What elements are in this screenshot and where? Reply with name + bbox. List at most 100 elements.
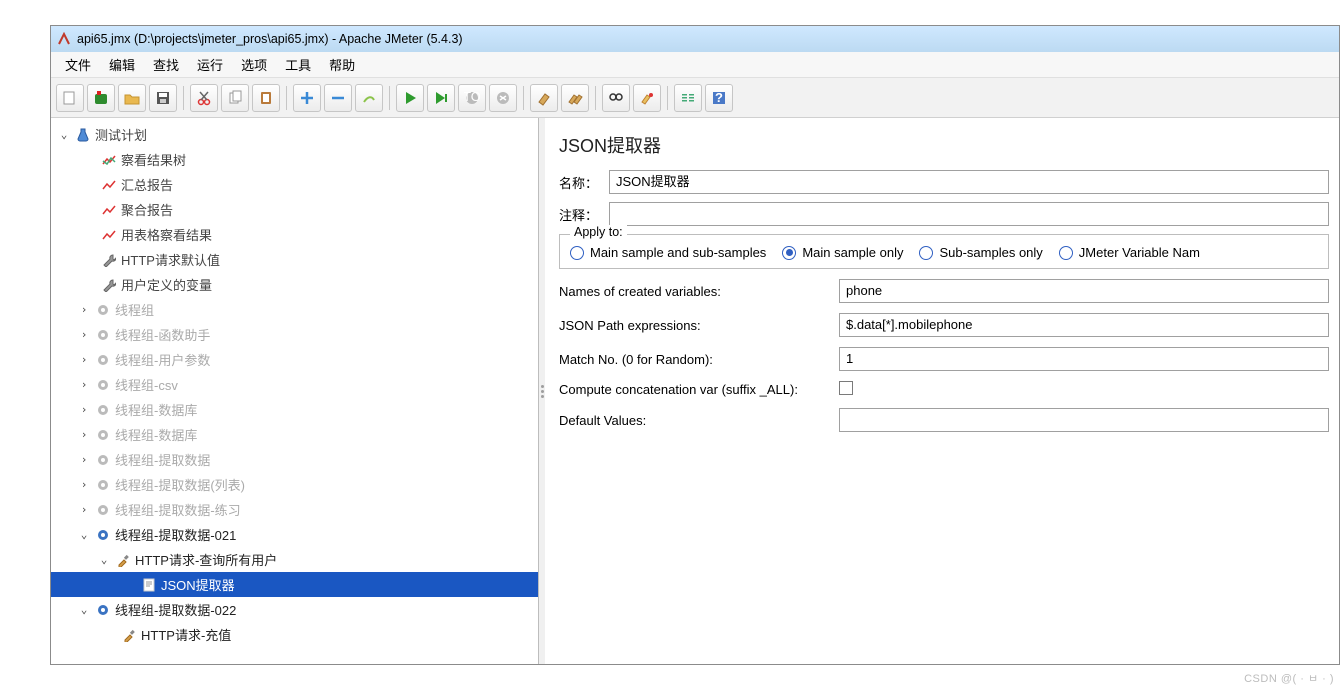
collapse-icon[interactable]: ⌄ (77, 528, 91, 541)
start-no-pause-button[interactable] (427, 84, 455, 112)
expand-icon[interactable]: › (77, 428, 91, 441)
help-button[interactable]: ? (705, 84, 733, 112)
tree-tg-0[interactable]: ›线程组 (51, 297, 538, 322)
tree-summary-report[interactable]: 汇总报告 (51, 172, 538, 197)
tree-tg-4[interactable]: ›线程组-数据库 (51, 397, 538, 422)
fieldset-legend: Apply to: (570, 225, 627, 239)
tree-label: 线程组-提取数据 (115, 450, 210, 469)
expand-icon[interactable]: › (77, 303, 91, 316)
flask-icon (75, 127, 91, 143)
row-comment: 注释： (559, 202, 1329, 226)
collapse-icon[interactable]: ⌄ (77, 603, 91, 616)
tree-label: 线程组-提取数据-022 (115, 600, 236, 619)
cut-button[interactable] (190, 84, 218, 112)
input-comment[interactable] (609, 202, 1329, 226)
tree-http-recharge[interactable]: HTTP请求-充值 (51, 622, 538, 647)
new-button[interactable] (56, 84, 84, 112)
menu-file[interactable]: 文件 (57, 53, 99, 76)
open-button[interactable] (118, 84, 146, 112)
radio-label: Sub-samples only (939, 245, 1042, 260)
expand-icon[interactable]: › (77, 503, 91, 516)
tree-view-results[interactable]: 察看结果树 (51, 147, 538, 172)
graph-icon (101, 177, 117, 193)
svg-text:?: ? (715, 90, 723, 105)
tree-label: 线程组-提取数据(列表) (115, 475, 245, 494)
input-default[interactable] (839, 408, 1329, 432)
graph-icon (101, 152, 117, 168)
tree-aggregate-report[interactable]: 聚合报告 (51, 197, 538, 222)
tree-tg-3[interactable]: ›线程组-csv (51, 372, 538, 397)
tree-tg-2[interactable]: ›线程组-用户参数 (51, 347, 538, 372)
start-button[interactable] (396, 84, 424, 112)
gear-grey-icon (95, 302, 111, 318)
expand-icon[interactable]: › (77, 378, 91, 391)
svg-text:STOP: STOP (464, 90, 480, 104)
tree-tg-1[interactable]: ›线程组-函数助手 (51, 322, 538, 347)
row-name: 名称： JSON提取器 (559, 170, 1329, 194)
reset-search-button[interactable] (633, 84, 661, 112)
tree-http-query[interactable]: ⌄HTTP请求-查询所有用户 (51, 547, 538, 572)
menu-run[interactable]: 运行 (189, 53, 231, 76)
collapse-icon[interactable]: ⌄ (57, 128, 71, 141)
add-button[interactable] (293, 84, 321, 112)
tree-label: 用表格察看结果 (121, 225, 212, 244)
tree-tg-6[interactable]: › 线程组-提取数据 (51, 447, 538, 472)
titlebar: api65.jmx (D:\projects\jmeter_pros\api65… (51, 26, 1339, 52)
wipe-button[interactable] (355, 84, 383, 112)
input-match-no[interactable]: 1 (839, 347, 1329, 371)
expand-icon[interactable]: › (77, 453, 91, 466)
menu-tools[interactable]: 工具 (277, 53, 319, 76)
jmeter-window: api65.jmx (D:\projects\jmeter_pros\api65… (50, 25, 1340, 665)
tree-tg-022[interactable]: ⌄ 线程组-提取数据-022 (51, 597, 538, 622)
radio-main-and-sub[interactable]: Main sample and sub-samples (570, 245, 766, 260)
tree-http-defaults[interactable]: HTTP请求默认值 (51, 247, 538, 272)
input-names[interactable]: phone (839, 279, 1329, 303)
tree-json-extractor[interactable]: JSON提取器 (51, 572, 538, 597)
menu-edit[interactable]: 编辑 (101, 53, 143, 76)
checkbox-concat[interactable] (839, 381, 853, 395)
shutdown-button[interactable] (489, 84, 517, 112)
paste-button[interactable] (252, 84, 280, 112)
menu-help[interactable]: 帮助 (321, 53, 363, 76)
clear-all-button[interactable] (561, 84, 589, 112)
tree-tg-5[interactable]: ›线程组-数据库 (51, 422, 538, 447)
radio-sub-only[interactable]: Sub-samples only (919, 245, 1042, 260)
dropper-icon (115, 552, 131, 568)
gear-grey-icon (95, 452, 111, 468)
tree-user-vars[interactable]: 用户定义的变量 (51, 272, 538, 297)
graph-icon (101, 227, 117, 243)
save-button[interactable] (149, 84, 177, 112)
tree-table-results[interactable]: 用表格察看结果 (51, 222, 538, 247)
tree-label: 测试计划 (95, 125, 147, 144)
tree-tg-7[interactable]: › 线程组-提取数据(列表) (51, 472, 538, 497)
input-name[interactable]: JSON提取器 (609, 170, 1329, 194)
stop-button[interactable]: STOP (458, 84, 486, 112)
expand-icon[interactable]: › (77, 353, 91, 366)
expand-icon[interactable]: › (77, 403, 91, 416)
tree-tg-021[interactable]: ⌄线程组-提取数据-021 (51, 522, 538, 547)
graph-icon (101, 202, 117, 218)
radio-main-only[interactable]: Main sample only (782, 245, 903, 260)
collapse-icon[interactable]: ⌄ (97, 553, 111, 566)
tree-label: 线程组-提取数据-练习 (115, 500, 241, 519)
tree-test-plan[interactable]: ⌄ 测试计划 (51, 122, 538, 147)
clear-button[interactable] (530, 84, 558, 112)
tree-tg-8[interactable]: › 线程组-提取数据-练习 (51, 497, 538, 522)
radio-icon (919, 246, 933, 260)
expand-icon[interactable]: › (77, 328, 91, 341)
tree-label: JSON提取器 (161, 575, 235, 594)
radio-jmeter-var[interactable]: JMeter Variable Nam (1059, 245, 1200, 260)
test-plan-tree[interactable]: ⌄ 测试计划 察看结果树 汇总报告 聚合报告 用表格察看结果 HTTP请求默认值… (51, 118, 539, 664)
label-names: Names of created variables: (559, 284, 839, 299)
gear-grey-icon (95, 402, 111, 418)
expand-icon[interactable]: › (77, 478, 91, 491)
fn-helper-button[interactable] (674, 84, 702, 112)
menu-options[interactable]: 选项 (233, 53, 275, 76)
input-json-path[interactable]: $.data[*].mobilephone (839, 313, 1329, 337)
menu-search[interactable]: 查找 (145, 53, 187, 76)
search-button[interactable] (602, 84, 630, 112)
remove-button[interactable] (324, 84, 352, 112)
templates-button[interactable] (87, 84, 115, 112)
copy-button[interactable] (221, 84, 249, 112)
tree-label: 汇总报告 (121, 175, 173, 194)
